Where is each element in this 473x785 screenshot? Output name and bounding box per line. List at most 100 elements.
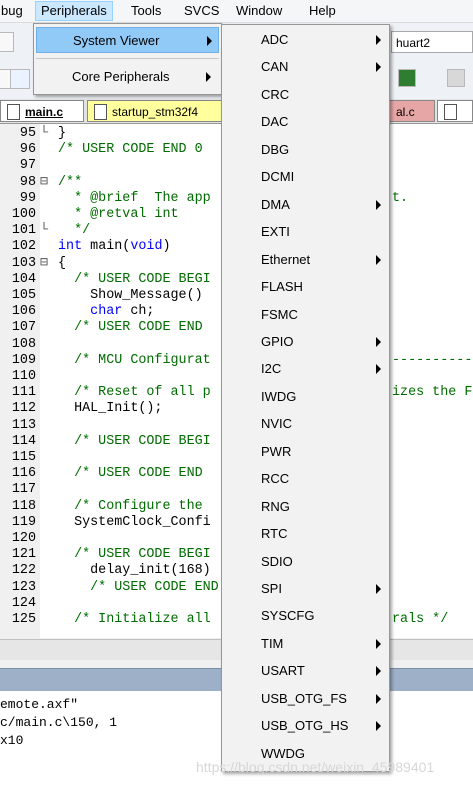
line-number: 117 bbox=[11, 482, 36, 498]
code-token: void bbox=[130, 239, 163, 255]
submenu-item-adc[interactable]: ADC bbox=[224, 27, 387, 53]
submenu-item-crc[interactable]: CRC bbox=[224, 82, 387, 108]
code-token: /* Configure the bbox=[58, 498, 203, 514]
menu-peripherals[interactable]: Peripherals bbox=[35, 1, 113, 21]
code-text: HAL_Init(); bbox=[58, 401, 162, 417]
code-text: /* USER CODE END 0 bbox=[58, 142, 203, 158]
code-token: HAL_Init(); bbox=[58, 401, 163, 417]
target-button[interactable] bbox=[10, 69, 30, 89]
code-text: /** bbox=[58, 175, 82, 191]
target-combo[interactable]: huart2 bbox=[391, 31, 473, 53]
line-number: 113 bbox=[11, 417, 36, 433]
submenu-item-dma[interactable]: DMA bbox=[224, 192, 387, 218]
menu-window[interactable]: Window bbox=[231, 2, 287, 20]
submenu-item-usart[interactable]: USART bbox=[224, 658, 387, 684]
code-text: /* MCU Configurat bbox=[58, 353, 211, 369]
code-token: main( bbox=[90, 239, 131, 255]
code-text: /* Configure the bbox=[58, 499, 203, 515]
submenu-arrow-icon bbox=[376, 254, 381, 265]
code-text: { bbox=[58, 256, 66, 272]
submenu-item-label: TIM bbox=[261, 635, 284, 651]
submenu-item-flash[interactable]: FLASH bbox=[224, 274, 387, 300]
tab-main-c[interactable]: main.c bbox=[0, 100, 84, 122]
submenu-item-iwdg[interactable]: IWDG bbox=[224, 384, 387, 410]
menu-tools[interactable]: Tools bbox=[126, 2, 166, 20]
menu-item-core-peripherals[interactable]: Core Peripherals bbox=[36, 64, 219, 90]
tab-startup[interactable]: startup_stm32f4 bbox=[87, 100, 224, 122]
code-fragment: t. bbox=[392, 190, 409, 206]
submenu-item-i2c[interactable]: I2C bbox=[224, 356, 387, 382]
code-fragment: ----------- bbox=[392, 352, 473, 368]
code-token: /* USER CODE BEGI bbox=[58, 271, 211, 287]
submenu-item-label: FLASH bbox=[261, 279, 303, 295]
submenu-item-dbg[interactable]: DBG bbox=[224, 137, 387, 163]
submenu-item-label: USB_OTG_HS bbox=[261, 718, 349, 734]
submenu-item-label: IWDG bbox=[261, 388, 297, 404]
menu-item-system-viewer[interactable]: System Viewer bbox=[36, 27, 219, 53]
submenu-item-exti[interactable]: EXTI bbox=[224, 219, 387, 245]
menu-debug[interactable]: bug bbox=[0, 2, 28, 20]
submenu-item-rng[interactable]: RNG bbox=[224, 494, 387, 520]
code-text: int main(void) bbox=[58, 239, 171, 255]
menu-svcs[interactable]: SVCS bbox=[179, 2, 224, 20]
menu-item-label: System Viewer bbox=[73, 33, 160, 48]
line-number: 118 bbox=[11, 498, 36, 514]
redo-button[interactable] bbox=[0, 32, 14, 52]
line-number: 104 bbox=[11, 271, 36, 287]
submenu-arrow-icon bbox=[376, 584, 381, 594]
code-token: /* MCU Configurat bbox=[58, 352, 211, 368]
code-token: * @retval int bbox=[58, 207, 179, 222]
code-text: /* USER CODE BEGI bbox=[58, 434, 211, 450]
tab-new[interactable] bbox=[437, 100, 473, 122]
submenu-item-gpio[interactable]: GPIO bbox=[224, 329, 387, 355]
submenu-item-sdio[interactable]: SDIO bbox=[224, 549, 387, 575]
submenu-item-label: USB_OTG_FS bbox=[261, 690, 347, 706]
submenu-item-syscfg[interactable]: SYSCFG bbox=[224, 603, 387, 629]
submenu-item-tim[interactable]: TIM bbox=[224, 631, 387, 657]
submenu-item-usb_otg_hs[interactable]: USB_OTG_HS bbox=[224, 713, 387, 739]
code-token: /* USER CODE END 0 bbox=[58, 142, 203, 158]
line-number: 119 bbox=[11, 514, 36, 530]
submenu-item-rcc[interactable]: RCC bbox=[224, 466, 387, 492]
submenu-item-dac[interactable]: DAC bbox=[224, 109, 387, 135]
line-number: 106 bbox=[11, 304, 36, 320]
line-number: 124 bbox=[11, 595, 36, 611]
submenu-item-can[interactable]: CAN bbox=[224, 54, 387, 80]
submenu-item-fsmc[interactable]: FSMC bbox=[224, 302, 387, 328]
line-number: 111 bbox=[11, 385, 36, 401]
submenu-item-label: DCMI bbox=[261, 169, 295, 185]
submenu-item-pwr[interactable]: PWR bbox=[224, 439, 387, 465]
line-number: 96 bbox=[19, 142, 36, 158]
fold-marker[interactable]: ⊟ bbox=[40, 256, 54, 272]
submenu-arrow-icon bbox=[376, 62, 381, 73]
menu-help[interactable]: Help bbox=[304, 2, 341, 20]
code-token: Show_Message() bbox=[58, 288, 203, 303]
submenu-item-rtc[interactable]: RTC bbox=[224, 521, 387, 547]
line-number: 120 bbox=[11, 531, 36, 546]
code-token: /* USER CODE BEGI bbox=[58, 433, 211, 449]
submenu-item-dcmi[interactable]: DCMI bbox=[224, 164, 387, 190]
submenu-item-label: ADC bbox=[261, 32, 289, 47]
output-line: c/main.c\150, 1 bbox=[0, 715, 118, 730]
submenu-item-usb_otg_fs[interactable]: USB_OTG_FS bbox=[224, 686, 387, 712]
code-text: * @brief The app bbox=[58, 191, 211, 207]
submenu-arrow-icon bbox=[376, 666, 381, 677]
submenu-item-nvic[interactable]: NVIC bbox=[224, 411, 387, 437]
fold-marker[interactable]: └ bbox=[40, 126, 54, 142]
fold-marker[interactable]: └ bbox=[40, 223, 54, 239]
code-token: delay_init(168) bbox=[58, 563, 211, 579]
fold-marker[interactable]: ⊟ bbox=[40, 175, 54, 191]
submenu-item-label: PWR bbox=[261, 443, 292, 459]
document-icon bbox=[7, 104, 20, 120]
code-text: SystemClock_Confi bbox=[58, 515, 211, 531]
code-token: { bbox=[58, 255, 67, 271]
submenu-item-spi[interactable]: SPI bbox=[224, 576, 387, 602]
chip-icon[interactable] bbox=[398, 69, 416, 87]
submenu-arrow-icon bbox=[376, 721, 381, 732]
tools-icon[interactable] bbox=[447, 69, 465, 87]
tab-hal-c[interactable]: al.c bbox=[389, 100, 435, 122]
code-token: char bbox=[90, 304, 131, 320]
code-text: /* USER CODE END bbox=[58, 466, 203, 482]
submenu-item-ethernet[interactable]: Ethernet bbox=[224, 247, 387, 273]
submenu-arrow-icon bbox=[376, 638, 381, 649]
